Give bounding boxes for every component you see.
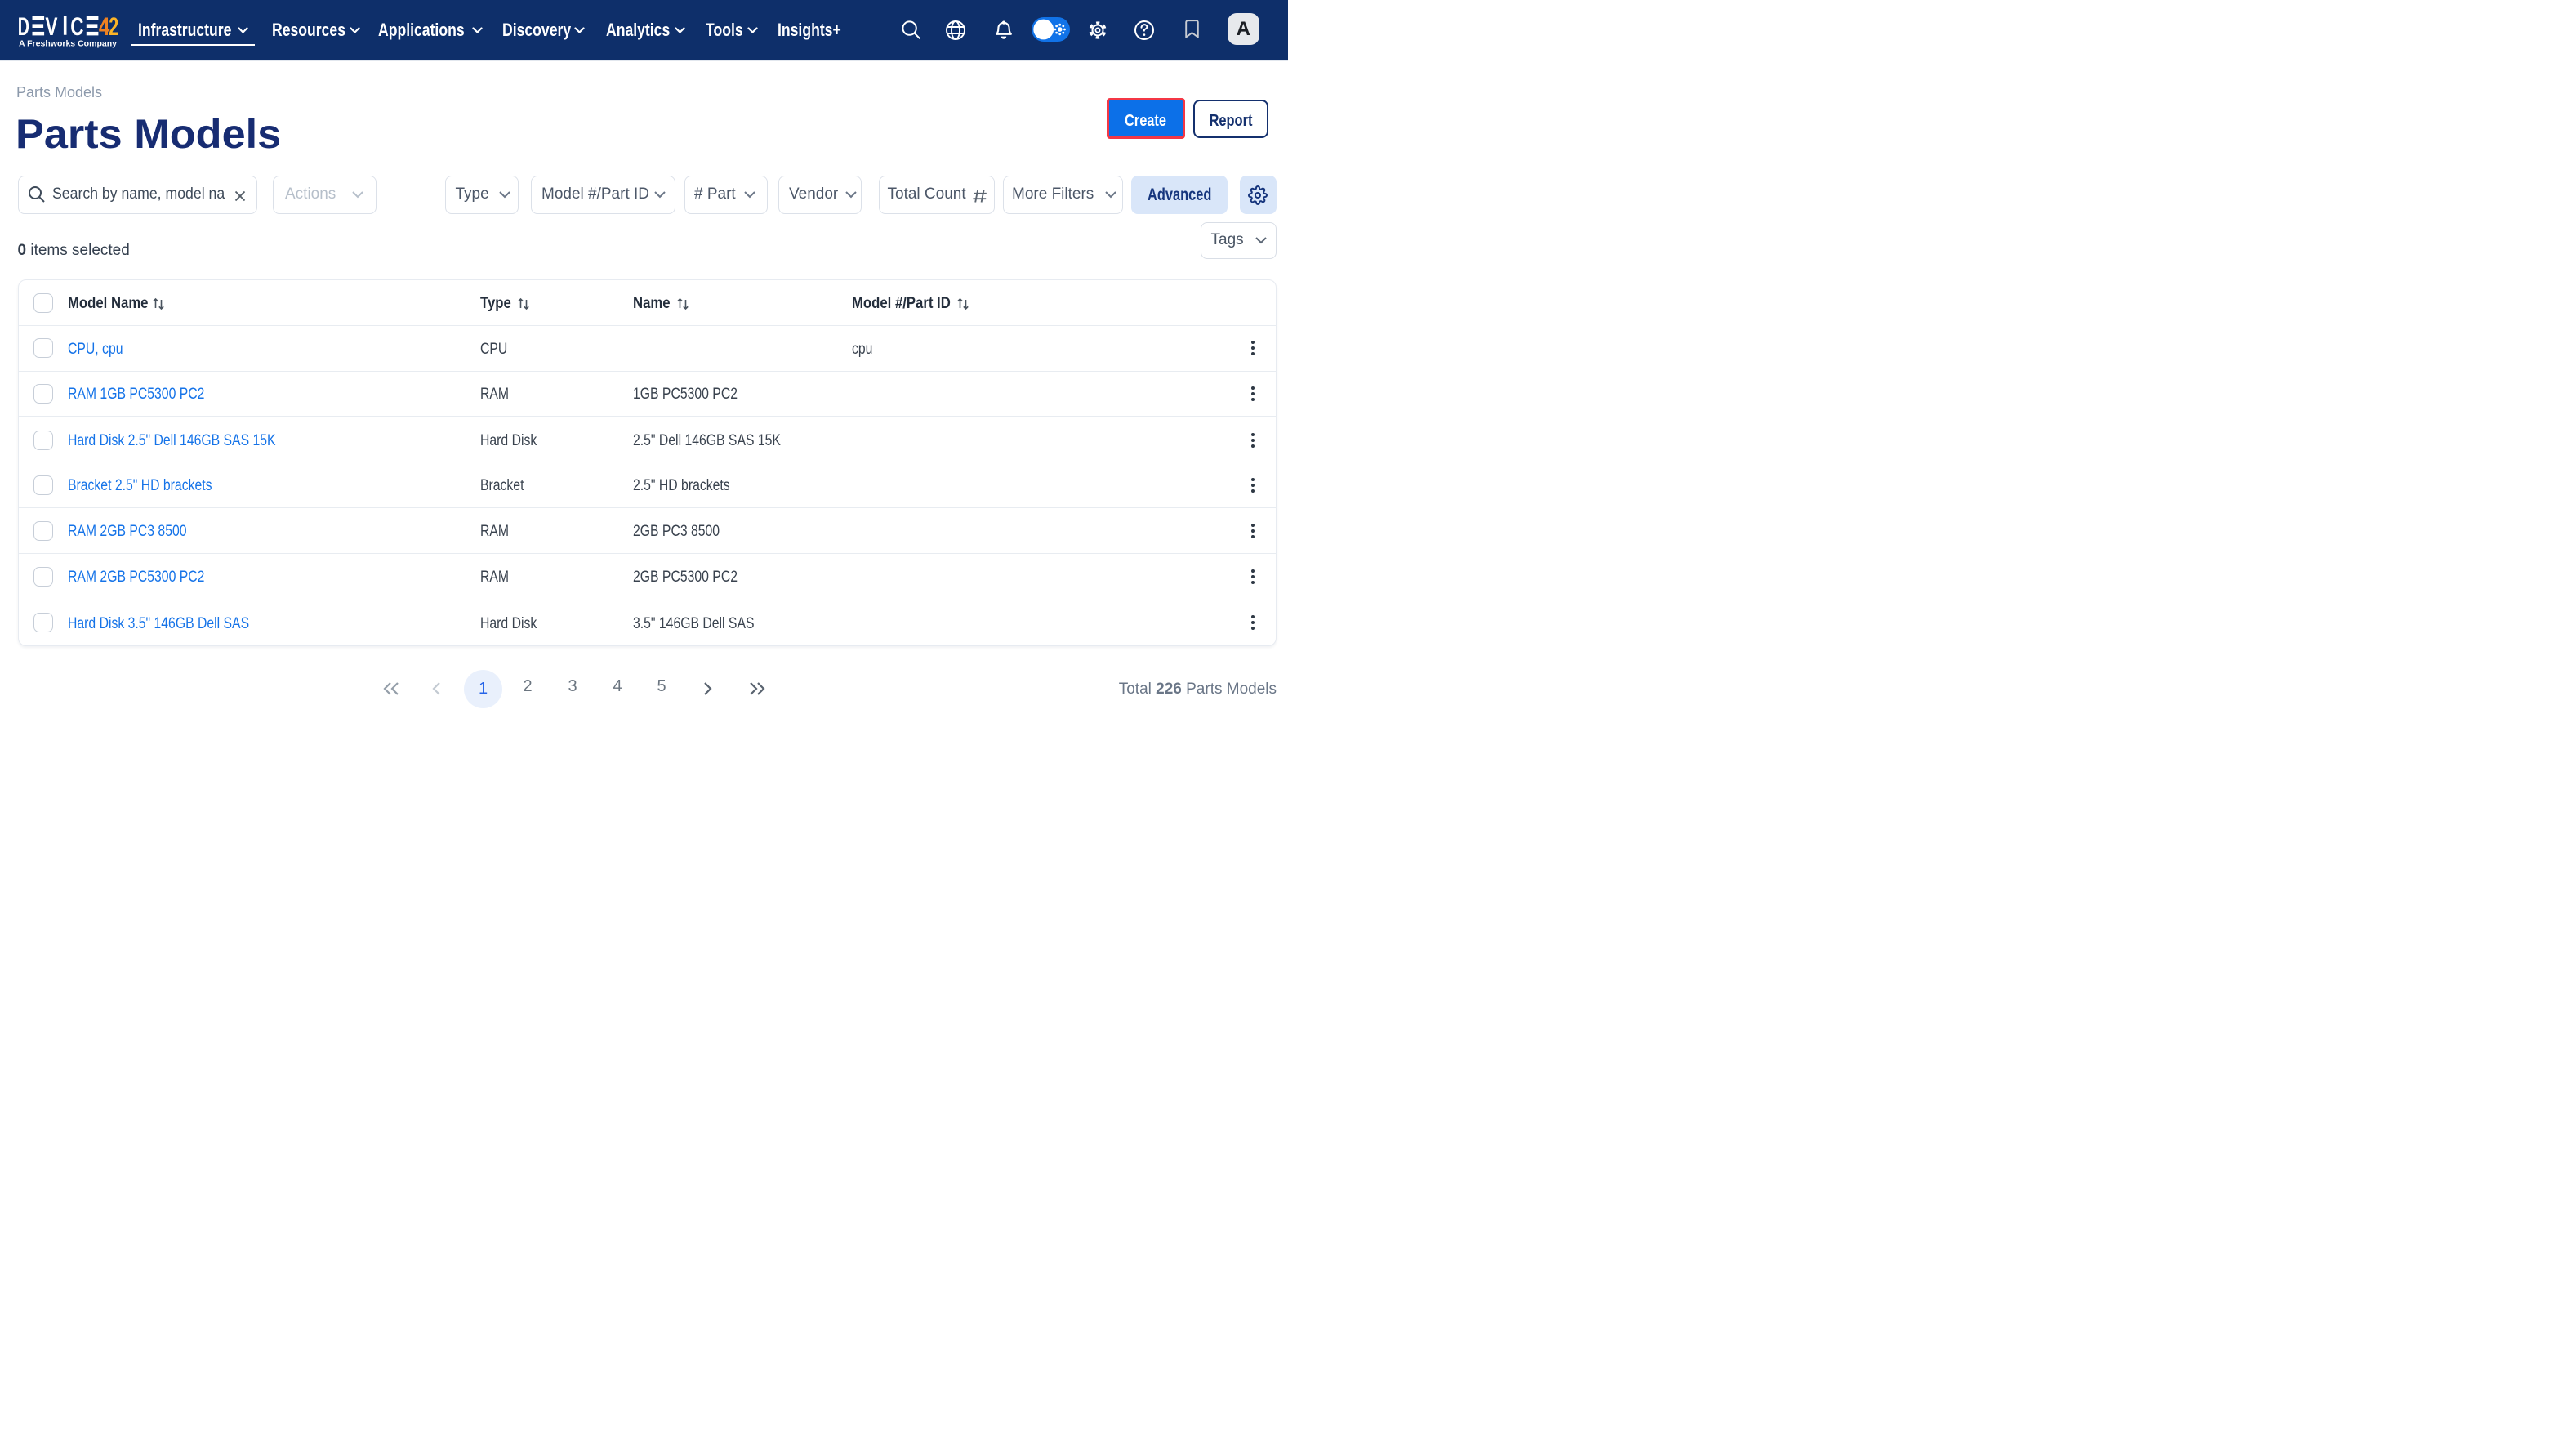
svg-text:V: V [45,11,57,41]
svg-text:D: D [18,11,29,41]
svg-text:2: 2 [109,11,118,41]
svg-text:C: C [70,11,83,41]
svg-text:A Freshworks Company: A Freshworks Company [19,40,117,49]
